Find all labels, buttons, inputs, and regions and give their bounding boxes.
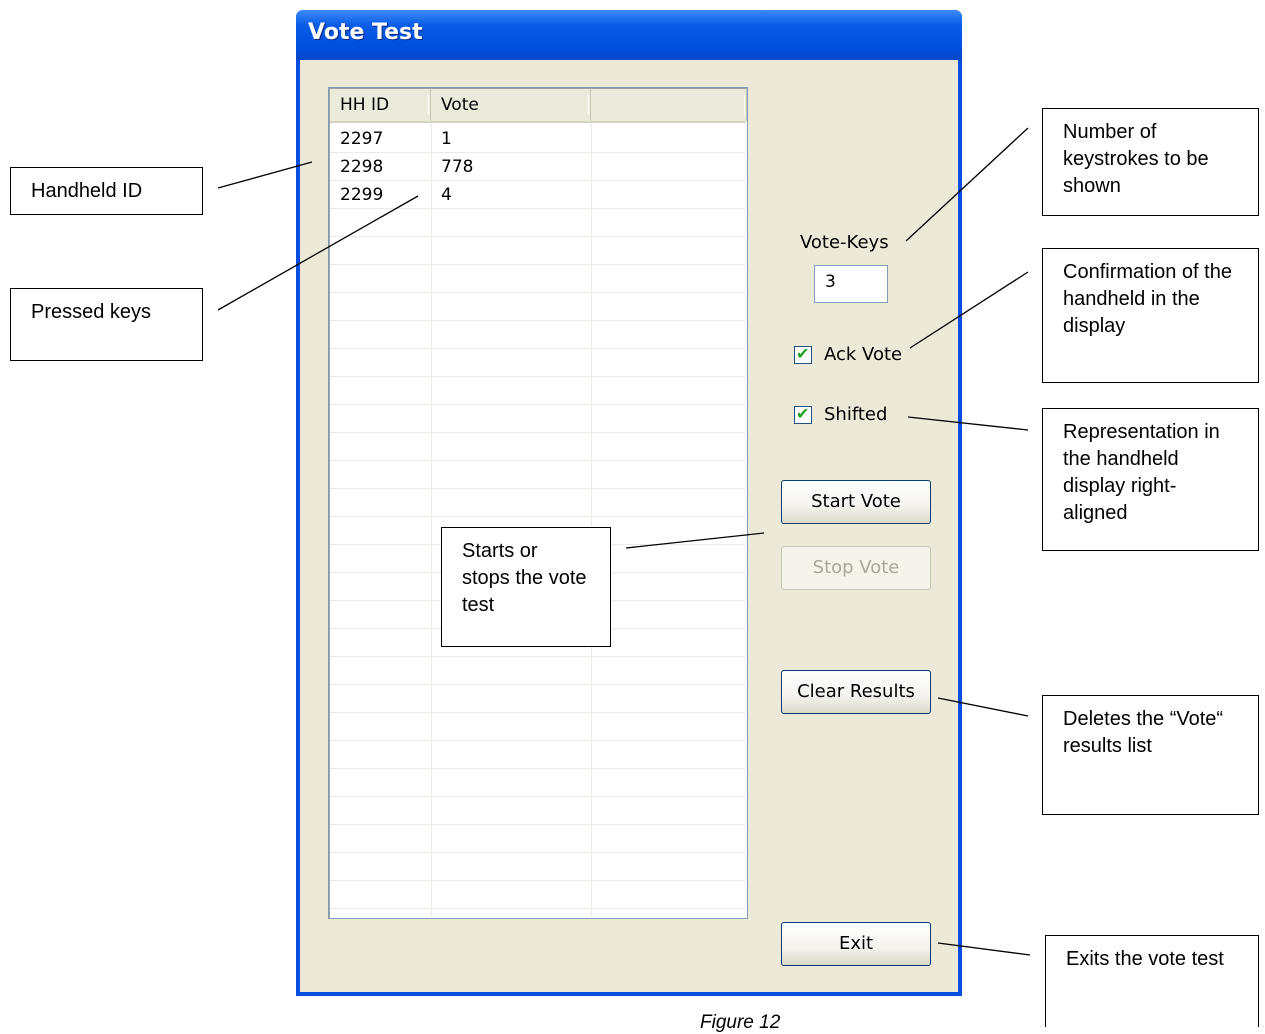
figure-caption: Figure 12 xyxy=(700,1012,781,1033)
callout-keystrokes: Number of keystrokes to be shown xyxy=(1042,108,1259,216)
leader-line xyxy=(217,161,313,189)
leader-line xyxy=(909,271,1029,349)
callout-pressed-keys: Pressed keys xyxy=(10,288,203,361)
callout-representation: Representation in the handheld display r… xyxy=(1042,408,1259,551)
leader-line xyxy=(937,697,1029,717)
leader-line xyxy=(937,942,1031,956)
callout-handheld-id: Handheld ID xyxy=(10,167,203,215)
leader-line xyxy=(905,127,1029,242)
leader-line xyxy=(907,416,1029,431)
callout-deletes: Deletes the “Vote“ results list xyxy=(1042,695,1259,815)
callout-starts-stops: Starts or stops the vote test xyxy=(441,527,611,647)
leader-line xyxy=(625,532,765,549)
callout-confirmation: Confirmation of the handheld in the disp… xyxy=(1042,248,1259,383)
leader-line xyxy=(217,195,419,311)
callout-exits: Exits the vote test xyxy=(1045,935,1259,1027)
